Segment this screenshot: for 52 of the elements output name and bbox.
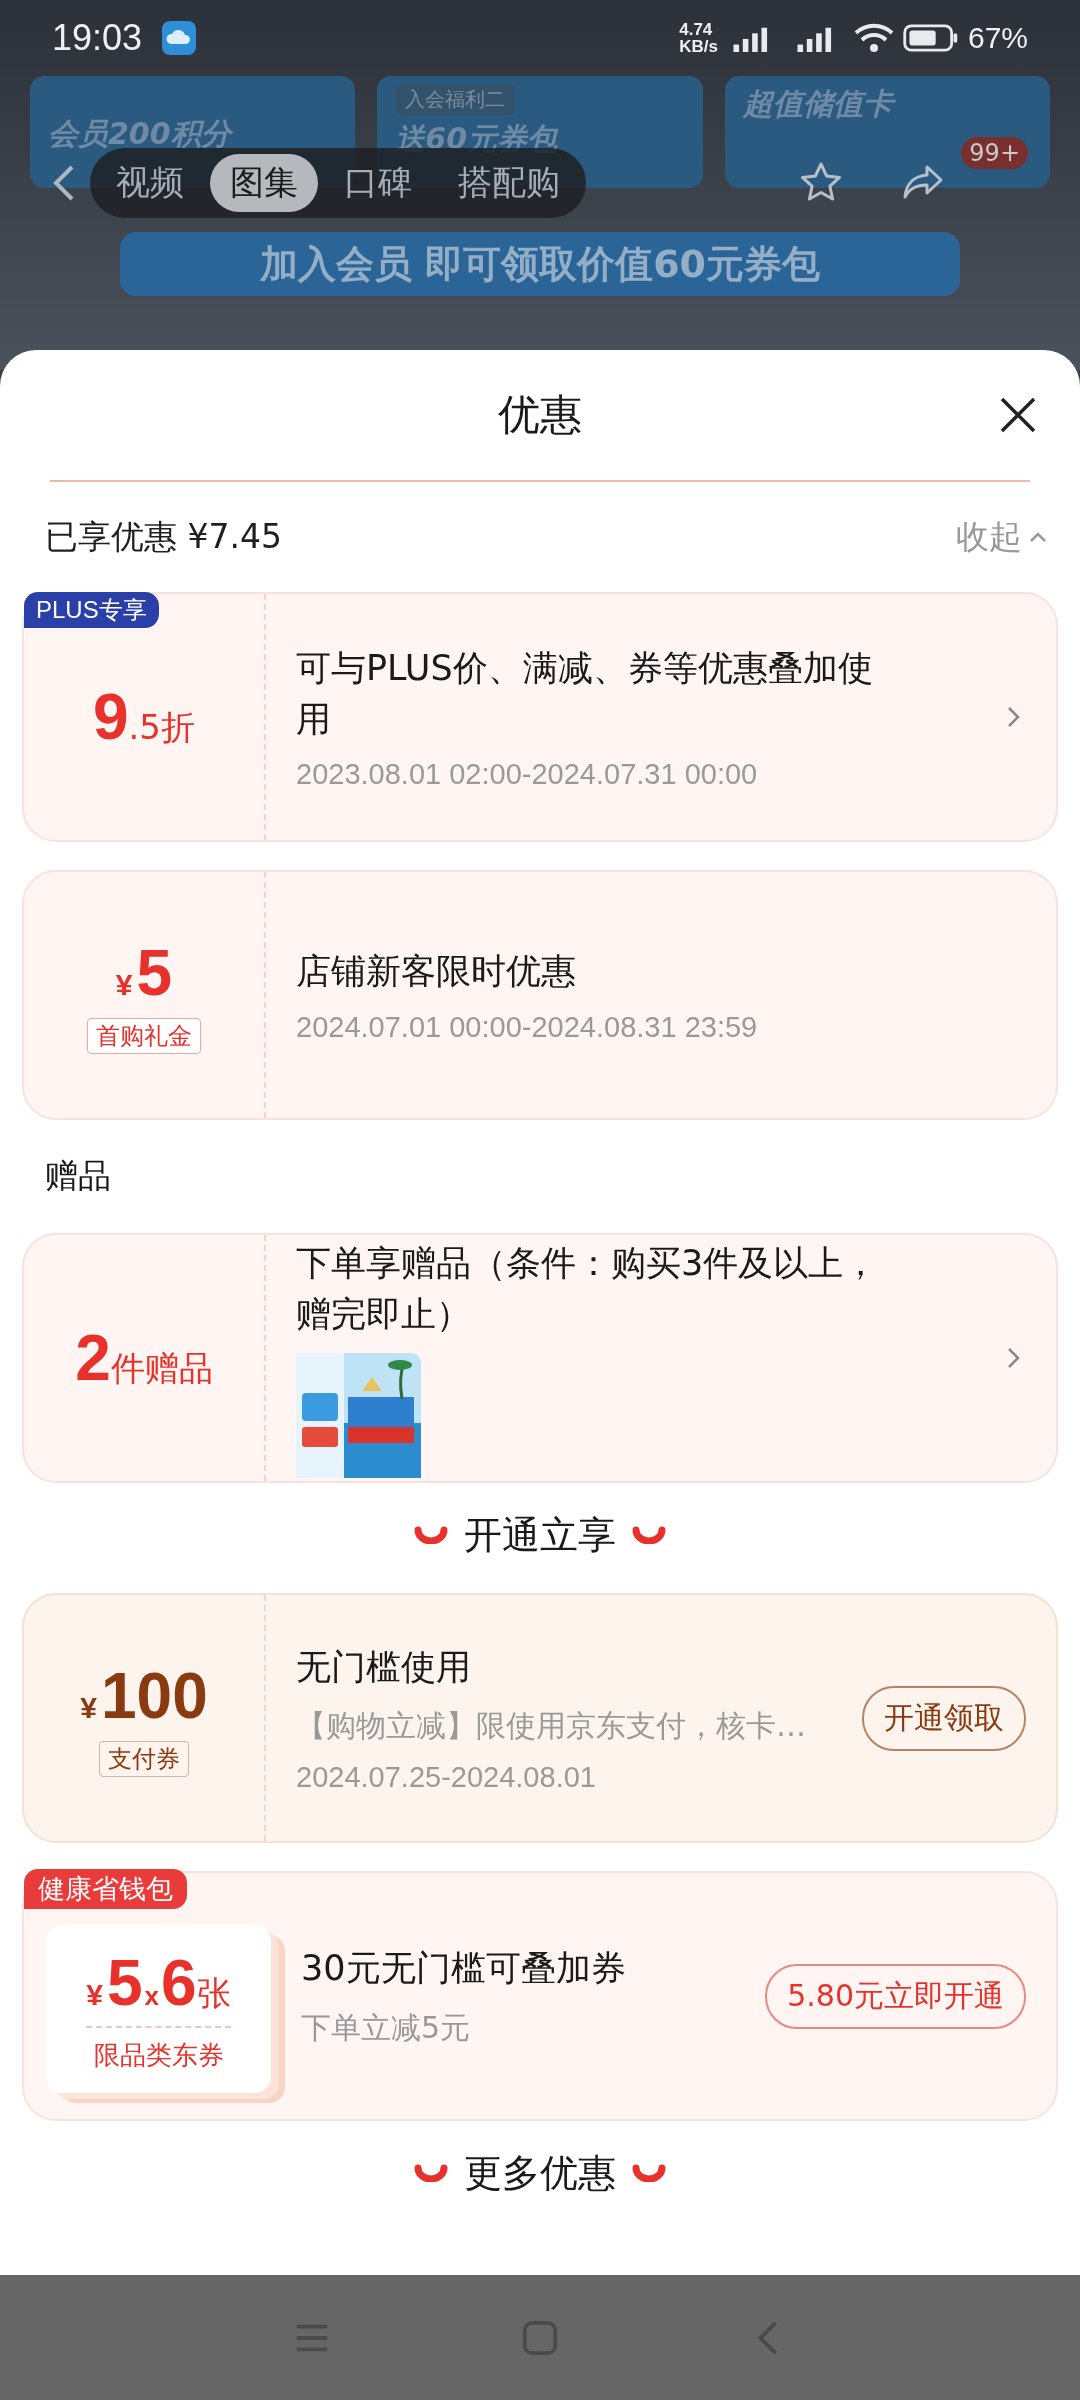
claim-button[interactable]: 开通领取 [862, 1685, 1026, 1751]
banner-title: 超值储值卡 [742, 84, 1032, 125]
coupon-card[interactable]: 健康省钱包 ¥5x6张 限品类东券 30元无门槛可叠加券 下单立减5元 5.80元立即开通 [22, 1871, 1058, 2121]
smile-mark-icon [632, 1526, 666, 1544]
validity-date: 2023.08.01 02:00-2024.07.31 00:00 [296, 758, 759, 792]
wallet-badge: 健康省钱包 [24, 1869, 187, 1909]
cloud-icon [162, 21, 197, 55]
coupon-title: 30元无门槛可叠加券 [301, 1947, 627, 1991]
section-heading: 更多优惠 [464, 2149, 616, 2197]
coupon-card[interactable]: ¥100 支付券 无门槛使用 【购物立减】限使用京东支付，核卡… 2024.07.25-2024.08.01 开通领取 [22, 1593, 1058, 1843]
tab[interactable]: 图集 [210, 154, 318, 212]
coupon-tag: 首购礼金 [87, 1018, 201, 1054]
saved-amount: 已享优惠 ¥7.45 [45, 515, 282, 558]
chevron-icon[interactable] [1006, 1346, 1020, 1370]
coupon-card[interactable]: ¥5 首购礼金 店铺新客限时优惠 2024.07.01 00:00-2024.08.31 23:59 [22, 870, 1058, 1120]
coupon-card[interactable]: PLUS专享 9.5折 可与PLUS价、满减、券等优惠叠加使用 2023.08.01 02:00-2024.07.31 00:00 [22, 592, 1058, 842]
smile-mark-icon [632, 2164, 666, 2182]
cart-badge: 99+ [961, 137, 1028, 169]
chevron-icon[interactable] [1006, 705, 1020, 729]
coupon-value: 2件赠品 [75, 1321, 213, 1395]
wifi-icon [853, 23, 894, 53]
coupon-value: ¥100 [80, 1659, 208, 1733]
section-label: 赠品 [44, 1155, 112, 1197]
plus-badge: PLUS专享 [24, 592, 159, 628]
back-icon[interactable] [52, 163, 76, 203]
coupon-title: 店铺新客限时优惠 [296, 950, 577, 994]
coupon-tag: 支付券 [99, 1741, 189, 1777]
sheet-title: 优惠 [498, 389, 582, 441]
coupon-title: 下单享赠品（条件：购买3件及以上，赠完即止） [296, 1241, 880, 1336]
caret-icon [1028, 530, 1048, 544]
close-icon[interactable] [998, 395, 1038, 435]
section-heading: 开通立享 [464, 1511, 616, 1559]
coupon-description: 下单立减5元 [301, 2008, 472, 2047]
activate-button[interactable]: 5.80元立即开通 [765, 1963, 1026, 2029]
clock: 19:03 [52, 17, 143, 59]
coupon-title: 无门槛使用 [296, 1645, 472, 1689]
battery-icon [901, 23, 960, 53]
network-speed: 4.74 KB/s [679, 21, 718, 55]
coupon-card[interactable]: 2件赠品 下单享赠品（条件：购买3件及以上，赠完即止） [22, 1233, 1058, 1483]
banner-tag: 入会福利二 [395, 84, 516, 115]
banner-title: 会员200积分 [48, 114, 338, 155]
validity-date: 2024.07.01 00:00-2024.08.31 23:59 [296, 1010, 759, 1044]
smile-mark-icon [414, 1526, 448, 1544]
coupon-description: 【购物立减】限使用京东支付，核卡… [296, 1707, 807, 1746]
coupon-title: 可与PLUS价、满减、券等优惠叠加使用 [296, 646, 874, 741]
coupon-tag: 限品类东券 [93, 2037, 224, 2073]
coupon-value: 9.5折 [92, 680, 195, 754]
coupon-value: ¥5 [115, 936, 173, 1010]
smile-mark-icon [414, 2164, 448, 2182]
validity-date: 2024.07.25-2024.08.01 [296, 1761, 597, 1795]
battery-level: 67% [967, 21, 1028, 55]
coupon-value: ¥5x6张 [86, 1945, 231, 2028]
